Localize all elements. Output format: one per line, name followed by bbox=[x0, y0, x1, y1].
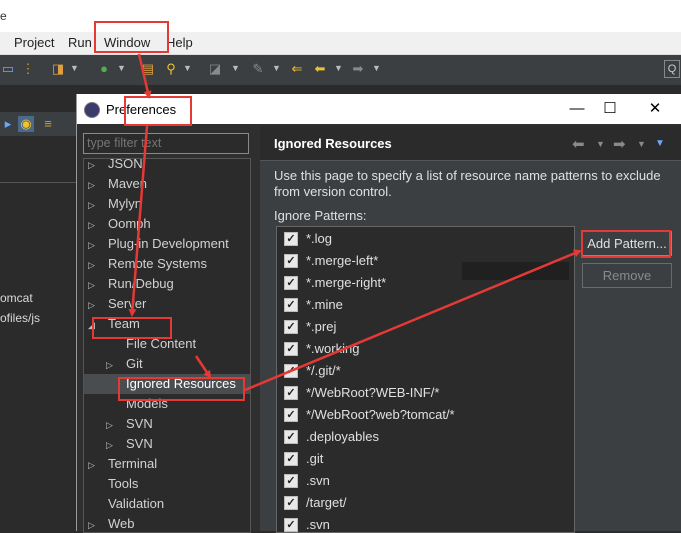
annotation-arrow bbox=[244, 249, 582, 392]
annotation-arrow bbox=[194, 355, 212, 379]
annotation-arrows bbox=[128, 53, 582, 392]
annotation-arrow bbox=[128, 125, 149, 317]
annotation-arrow bbox=[137, 53, 152, 99]
